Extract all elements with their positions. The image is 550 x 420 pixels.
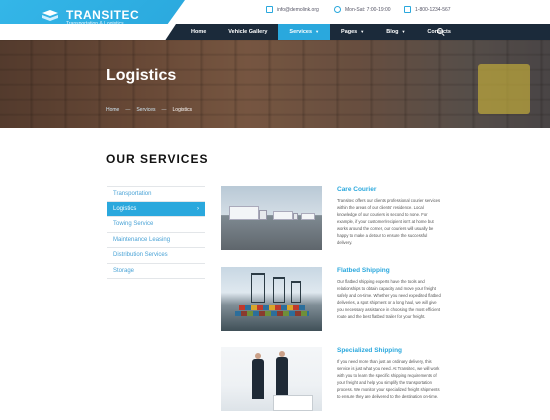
chevron-down-icon: ▼	[401, 29, 406, 34]
side-item-label: Towing Service	[113, 221, 154, 227]
side-item-label: Logistics	[113, 205, 137, 212]
trucks-image[interactable]	[221, 186, 322, 250]
forklift-image	[478, 64, 530, 114]
hero-banner: Logistics Home — Services — Logistics	[0, 40, 550, 128]
chevron-down-icon: ▼	[315, 29, 320, 34]
nav-item-label: Vehicle Gallery	[228, 29, 268, 35]
clock-icon	[334, 6, 341, 13]
contact-hours-text: Mon-Sat: 7:00-19:00	[345, 6, 391, 13]
service-title[interactable]: Flatbed Shipping	[337, 267, 390, 274]
truck-logo-icon	[42, 10, 58, 21]
side-item-maintenance-leasing[interactable]: Maintenance Leasing	[107, 233, 205, 248]
side-item-label: Maintenance Leasing	[113, 236, 171, 243]
breadcrumb-current: Logistics	[172, 107, 192, 113]
nav-item-label: Services	[289, 29, 313, 35]
main-navbar: Home Vehicle Gallery Services ▼ Pages ▼ Bl…	[0, 24, 550, 40]
nav-item-services[interactable]: Services ▼	[278, 24, 331, 40]
nav-item-label: Pages	[341, 29, 358, 35]
nav-item-home[interactable]: Home	[180, 24, 217, 40]
service-description: Our flatbed shipping experts have the to…	[337, 279, 441, 319]
contact-email-text: info@demolink.org	[277, 6, 319, 13]
side-item-label: Distribution Services	[113, 252, 168, 258]
envelope-icon	[266, 6, 273, 13]
side-item-label: Transportation	[113, 191, 152, 197]
nav-item-blog[interactable]: Blog ▼	[375, 24, 416, 40]
contact-email[interactable]: info@demolink.org	[266, 6, 319, 13]
section-title: OUR SERVICES	[106, 152, 209, 166]
page-title: Logistics	[106, 67, 177, 84]
breadcrumb-separator: —	[161, 107, 167, 113]
service-description: If you need more than just an ordinary d…	[337, 359, 440, 399]
nav-item-pages[interactable]: Pages ▼	[330, 24, 375, 40]
chevron-down-icon: ▼	[360, 29, 365, 34]
service-specialized-shipping: Specialized Shipping If you need more th…	[221, 347, 521, 415]
side-item-transportation[interactable]: Transportation	[107, 186, 205, 202]
navbar-cutout	[0, 24, 176, 40]
side-item-logistics[interactable]: Logistics ›	[107, 201, 205, 217]
port-image[interactable]	[221, 267, 322, 331]
side-item-towing-service[interactable]: Towing Service	[107, 217, 205, 233]
breadcrumb: Home — Services — Logistics	[106, 107, 192, 113]
service-description: Transitec offers our clients professiona…	[337, 198, 441, 245]
contact-phone-text: 1-800-1234-567	[415, 6, 451, 13]
nav-menu: Home Vehicle Gallery Services ▼ Pages ▼ Bl…	[180, 24, 462, 40]
contact-hours: Mon-Sat: 7:00-19:00	[334, 6, 391, 13]
service-care-courier: Care Courier Transitec offers our client…	[221, 186, 521, 254]
service-title[interactable]: Care Courier	[337, 186, 376, 193]
nav-item-label: Blog	[386, 29, 399, 35]
breadcrumb-home[interactable]: Home	[106, 107, 119, 113]
breadcrumb-services[interactable]: Services	[136, 107, 155, 113]
service-title[interactable]: Specialized Shipping	[337, 347, 402, 354]
brand-name: TRANSITEC	[66, 8, 140, 22]
side-item-distribution-services[interactable]: Distribution Services	[107, 248, 205, 264]
search-icon[interactable]	[436, 27, 446, 37]
business-people-image[interactable]	[221, 347, 322, 411]
breadcrumb-separator: —	[125, 107, 131, 113]
side-item-label: Storage	[113, 267, 135, 274]
phone-icon	[404, 6, 411, 13]
services-side-menu: Transportation Logistics › Towing Service…	[107, 186, 205, 279]
nav-item-vehicle-gallery[interactable]: Vehicle Gallery	[217, 24, 278, 40]
contact-phone[interactable]: 1-800-1234-567	[404, 6, 451, 13]
chevron-right-icon: ›	[197, 205, 199, 212]
side-item-storage[interactable]: Storage	[107, 264, 205, 279]
service-flatbed-shipping: Flatbed Shipping Our flatbed shipping ex…	[221, 267, 521, 335]
nav-item-label: Home	[191, 29, 207, 35]
